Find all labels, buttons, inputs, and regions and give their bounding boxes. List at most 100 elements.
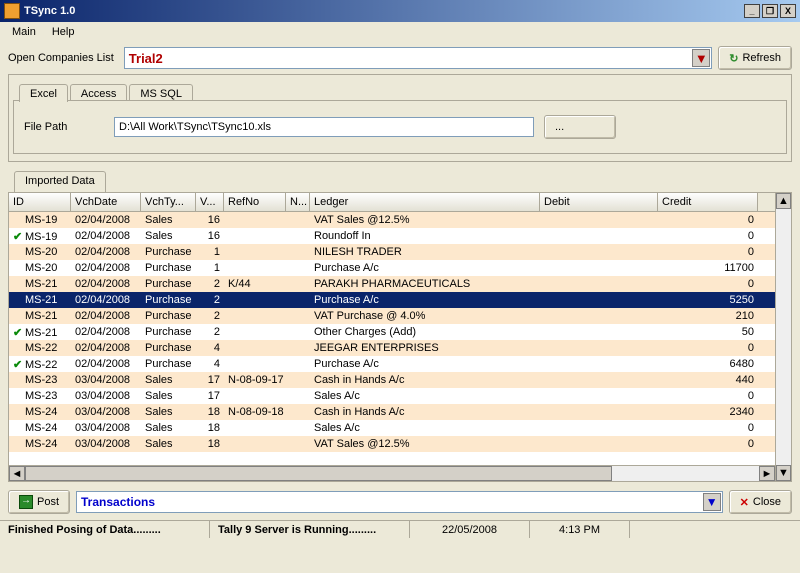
file-path-input[interactable] [114,117,534,137]
refresh-label: Refresh [742,52,781,64]
table-row[interactable]: ✔MS-2202/04/2008Purchase4Purchase A/c648… [9,356,775,372]
title-bar: TSync 1.0 _ ❐ X [0,0,800,22]
cell: 02/04/2008 [71,278,141,290]
open-companies-dropdown[interactable]: Trial2 ▼ [124,47,712,69]
col-debit[interactable]: Debit [540,193,658,211]
table-row[interactable]: MS-2403/04/2008Sales18Sales A/c0 [9,420,775,436]
cell: K/44 [224,278,286,290]
cell: Sales [141,406,196,418]
dropdown-arrow-icon[interactable]: ▼ [703,493,721,511]
cell: 50 [658,326,758,338]
scroll-down-icon[interactable]: ▼ [776,465,791,481]
cell: N-08-09-17 [224,374,286,386]
table-row[interactable]: MS-2403/04/2008Sales18VAT Sales @12.5%0 [9,436,775,452]
table-row[interactable]: MS-2002/04/2008Purchase1NILESH TRADER0 [9,244,775,260]
col-refno[interactable]: RefNo [224,193,286,211]
cell: Purchase [141,342,196,354]
col-credit[interactable]: Credit [658,193,758,211]
table-row[interactable]: ✔MS-1902/04/2008Sales16Roundoff In0 [9,228,775,244]
col-n[interactable]: N... [286,193,310,211]
refresh-button[interactable]: ↻ Refresh [718,46,792,70]
tab-imported-data[interactable]: Imported Data [14,171,106,193]
tab-excel[interactable]: Excel [19,84,68,102]
source-panel: Excel Access MS SQL File Path ... [8,74,792,162]
cell: Sales [141,230,196,242]
cell: PARAKH PHARMACEUTICALS [310,278,540,290]
close-label: Close [753,496,781,508]
cell: MS-24 [9,422,71,434]
cell: 02/04/2008 [71,326,141,338]
imported-data-panel: Imported Data ID VchDate VchTy... V... R… [8,170,792,482]
table-row[interactable]: MS-2102/04/2008Purchase2K/44PARAKH PHARM… [9,276,775,292]
cell: 2 [196,326,224,338]
cell: 02/04/2008 [71,342,141,354]
cell: 02/04/2008 [71,246,141,258]
table-row[interactable]: MS-2202/04/2008Purchase4JEEGAR ENTERPRIS… [9,340,775,356]
post-button[interactable]: Post [8,490,70,514]
cell: MS-19 [9,214,71,226]
open-companies-label: Open Companies List [8,52,114,64]
scroll-up-icon[interactable]: ▲ [776,193,791,209]
table-row[interactable]: MS-2102/04/2008Purchase2VAT Purchase @ 4… [9,308,775,324]
cell: Purchase A/c [310,262,540,274]
close-icon: ✕ [740,496,749,509]
cell: 03/04/2008 [71,390,141,402]
table-row[interactable]: MS-2002/04/2008Purchase1Purchase A/c1170… [9,260,775,276]
horizontal-scrollbar[interactable]: ◄ ► [9,465,775,481]
cell: 02/04/2008 [71,310,141,322]
maximize-button[interactable]: ❐ [762,4,778,18]
cell: VAT Sales @12.5% [310,438,540,450]
transactions-value: Transactions [81,495,155,509]
table-row[interactable]: MS-2303/04/2008Sales17Sales A/c0 [9,388,775,404]
vertical-scrollbar[interactable]: ▲ ▼ [775,193,791,481]
col-ledger[interactable]: Ledger [310,193,540,211]
cell: VAT Sales @12.5% [310,214,540,226]
grid-body[interactable]: MS-1902/04/2008Sales16VAT Sales @12.5%0✔… [9,212,775,465]
cell: Sales [141,374,196,386]
transactions-dropdown[interactable]: Transactions ▼ [76,491,723,513]
check-icon: ✔ [13,358,25,371]
menu-main[interactable]: Main [4,24,44,40]
cell: 0 [658,438,758,450]
table-row[interactable]: ✔MS-2102/04/2008Purchase2Other Charges (… [9,324,775,340]
window-title: TSync 1.0 [24,5,742,17]
table-row[interactable]: MS-2303/04/2008Sales17N-08-09-17Cash in … [9,372,775,388]
cell: MS-23 [9,374,71,386]
cell: 18 [196,438,224,450]
cell: Purchase [141,358,196,370]
cell: 210 [658,310,758,322]
cell: MS-20 [9,262,71,274]
close-window-button[interactable]: X [780,4,796,18]
cell: Purchase [141,310,196,322]
cell: Sales A/c [310,390,540,402]
dropdown-arrow-icon[interactable]: ▼ [692,49,710,67]
minimize-button[interactable]: _ [744,4,760,18]
table-row[interactable]: MS-1902/04/2008Sales16VAT Sales @12.5%0 [9,212,775,228]
col-v[interactable]: V... [196,193,224,211]
cell: 440 [658,374,758,386]
cell: 2340 [658,406,758,418]
cell: Purchase [141,278,196,290]
scroll-right-icon[interactable]: ► [759,466,775,481]
check-icon: ✔ [13,230,25,243]
col-id[interactable]: ID [9,193,71,211]
col-vchtype[interactable]: VchTy... [141,193,196,211]
table-row[interactable]: MS-2403/04/2008Sales18N-08-09-18Cash in … [9,404,775,420]
close-button[interactable]: ✕ Close [729,490,792,514]
cell: 11700 [658,262,758,274]
cell: 03/04/2008 [71,438,141,450]
menu-help[interactable]: Help [44,24,83,40]
col-vchdate[interactable]: VchDate [71,193,141,211]
browse-button[interactable]: ... [544,115,616,139]
cell: Roundoff In [310,230,540,242]
scroll-left-icon[interactable]: ◄ [9,466,25,481]
status-date: 22/05/2008 [410,521,530,538]
cell: MS-21 [9,278,71,290]
cell: 17 [196,374,224,386]
bottom-toolbar: Post Transactions ▼ ✕ Close [0,486,800,520]
cell: 4 [196,358,224,370]
cell: 4 [196,342,224,354]
table-row[interactable]: MS-2102/04/2008Purchase2Purchase A/c5250 [9,292,775,308]
source-tabs: Excel Access MS SQL [13,79,787,101]
cell: 1 [196,246,224,258]
